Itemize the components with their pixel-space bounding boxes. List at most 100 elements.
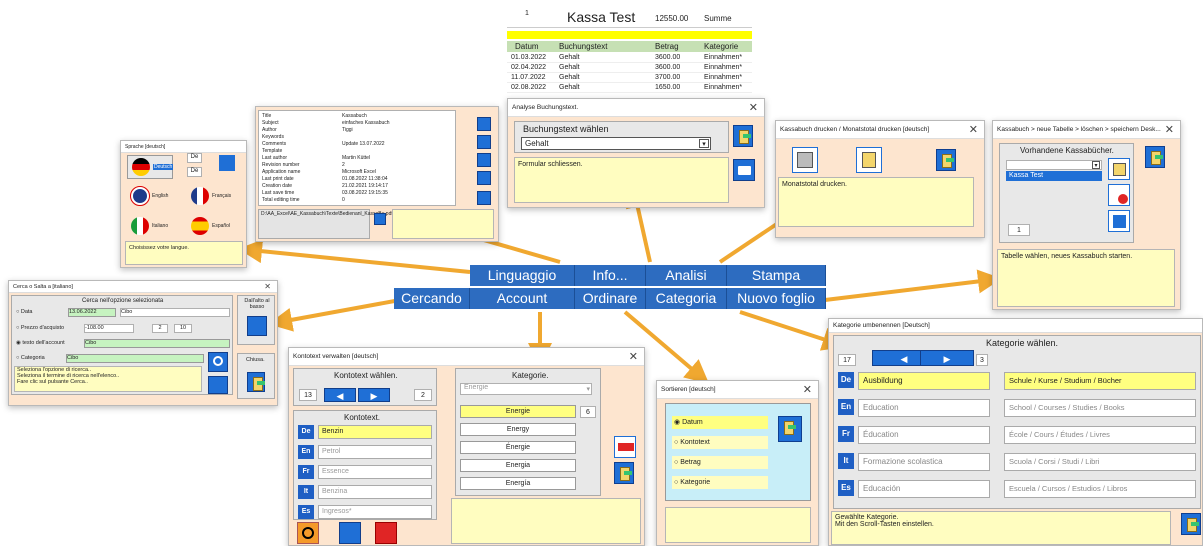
sort-option[interactable]: ○ Kategorie bbox=[672, 476, 768, 489]
lang-en-button[interactable]: English bbox=[127, 185, 173, 209]
menu-linguaggio[interactable]: Linguaggio bbox=[470, 265, 575, 286]
close-icon[interactable]: ✕ bbox=[1165, 121, 1174, 139]
menu-cercando[interactable]: Cercando bbox=[394, 288, 470, 309]
thumbs-up-button[interactable] bbox=[374, 213, 386, 225]
field-value: 13.06.2022 bbox=[69, 309, 97, 315]
buchungstext-select[interactable]: Gehalt ▾ bbox=[521, 137, 711, 150]
exit-button[interactable] bbox=[733, 125, 753, 147]
kategorie-item[interactable]: Energia bbox=[460, 459, 576, 472]
exit-button[interactable] bbox=[1181, 513, 1201, 535]
close-icon[interactable]: ✕ bbox=[803, 381, 812, 399]
kategorie-item[interactable]: Energie bbox=[460, 405, 576, 418]
chevron-down-icon[interactable]: ▾ bbox=[586, 385, 590, 393]
exit-button[interactable] bbox=[936, 149, 956, 171]
kategorie-input[interactable]: Ausbildung bbox=[858, 372, 990, 390]
pdf-button[interactable] bbox=[477, 117, 491, 131]
print-kassabuch-button[interactable] bbox=[792, 147, 818, 173]
kategorie-item[interactable]: Énergie bbox=[460, 441, 576, 454]
radio-prezzo[interactable]: ○ Prezzo d'acquisto bbox=[16, 325, 64, 331]
sheet-total-label: Summe bbox=[704, 14, 732, 23]
print-button[interactable] bbox=[477, 135, 491, 149]
kategorie-input[interactable]: Formazione scolastica bbox=[858, 453, 990, 471]
lang-es-button[interactable]: Español bbox=[187, 215, 239, 239]
close-icon[interactable]: ✕ bbox=[264, 281, 271, 293]
radio-data[interactable]: ○ Data bbox=[16, 309, 32, 315]
kategorie-detail-input[interactable]: Escuela / Cursos / Estudios / Libros bbox=[1004, 480, 1196, 498]
lang-label: Français bbox=[212, 193, 232, 199]
kategorie-detail-input[interactable]: Scuola / Corsi / Studi / Libri bbox=[1004, 453, 1196, 471]
undo-button[interactable] bbox=[297, 522, 319, 544]
kontotext-input[interactable]: Ingresos* bbox=[318, 505, 432, 519]
print-monatstotal-button[interactable] bbox=[856, 147, 882, 173]
kontotext-input[interactable]: Benzin bbox=[318, 425, 432, 439]
prev-button[interactable]: ◀ bbox=[324, 388, 356, 402]
direction-button[interactable] bbox=[247, 316, 267, 336]
kategorie-detail-input[interactable]: School / Courses / Studies / Books bbox=[1004, 399, 1196, 417]
menu-analisi[interactable]: Analisi bbox=[646, 265, 727, 286]
kategorie-input[interactable]: Educación bbox=[858, 480, 990, 498]
globe-button[interactable] bbox=[477, 153, 491, 167]
exit-button[interactable] bbox=[1145, 146, 1165, 168]
edit-button[interactable] bbox=[339, 522, 361, 544]
kategorie-detail-input[interactable]: École / Cours / Études / Livres bbox=[1004, 426, 1196, 444]
docinfo-key: Last print date bbox=[262, 176, 294, 182]
transfer-button[interactable] bbox=[614, 436, 636, 458]
menu-nuovo-foglio[interactable]: Nuovo foglio bbox=[727, 288, 826, 309]
kontotext-input[interactable]: Benzina bbox=[318, 485, 432, 499]
flag-es-badge: Es bbox=[298, 505, 314, 519]
kategorie-input[interactable]: Éducation bbox=[858, 426, 990, 444]
kategorie-detail-input[interactable]: Schule / Kurse / Studium / Bücher bbox=[1004, 372, 1196, 390]
testo-value[interactable]: Cibo bbox=[84, 339, 230, 348]
close-icon[interactable]: ✕ bbox=[629, 348, 638, 366]
print-button[interactable] bbox=[733, 159, 755, 181]
search-button[interactable] bbox=[208, 352, 228, 372]
sheet-total: 12550.00 bbox=[655, 14, 689, 23]
exit-button[interactable] bbox=[247, 372, 265, 392]
document-button[interactable] bbox=[477, 171, 491, 185]
data-value[interactable]: 13.06.2022 bbox=[68, 308, 116, 317]
menu-categoria[interactable]: Categoria bbox=[646, 288, 727, 309]
kategorie-value: Education bbox=[863, 403, 899, 412]
kategorie-item[interactable]: Energy bbox=[460, 423, 576, 436]
col-buchungstext: Buchungstext bbox=[559, 42, 608, 51]
sort-option[interactable]: ○ Betrag bbox=[672, 456, 768, 469]
kategorie-select[interactable]: Energie ▾ bbox=[460, 383, 592, 395]
save-desktop-button[interactable] bbox=[1108, 210, 1130, 232]
exit-button[interactable] bbox=[778, 416, 802, 442]
menu-ordinare[interactable]: Ordinare bbox=[575, 288, 646, 309]
kategorie-item[interactable]: Energía bbox=[460, 477, 576, 490]
menu-stampa[interactable]: Stampa bbox=[727, 265, 826, 286]
sort-option[interactable]: ○ Kontotext bbox=[672, 436, 768, 449]
chevron-down-icon[interactable]: ▾ bbox=[699, 139, 709, 148]
kategorie-item-label: Energie bbox=[505, 408, 531, 415]
radio-testo[interactable]: ◉ testo dell'account bbox=[16, 340, 65, 346]
menu-info[interactable]: Info... bbox=[575, 265, 646, 286]
table-icon-button[interactable] bbox=[1108, 158, 1130, 180]
kassabuch-select[interactable]: ▾ bbox=[1006, 160, 1102, 170]
edit-delete-button[interactable] bbox=[375, 522, 397, 544]
kontotext-input[interactable]: Petrol bbox=[318, 445, 432, 459]
kategorie-input[interactable]: Education bbox=[858, 399, 990, 417]
radio-categoria[interactable]: ○ Categoria bbox=[16, 355, 45, 361]
data-category-select[interactable]: Cibo bbox=[120, 308, 230, 317]
next-button[interactable]: ▶ bbox=[920, 350, 974, 366]
chevron-down-icon[interactable]: ▾ bbox=[1092, 161, 1100, 169]
delete-table-button[interactable] bbox=[1108, 184, 1130, 206]
lang-de-button[interactable]: Deutsch bbox=[127, 155, 174, 179]
kassabuch-list-item[interactable]: Kassa Test bbox=[1006, 171, 1102, 181]
close-icon[interactable]: ✕ bbox=[749, 99, 758, 117]
kontotext-input[interactable]: Essence bbox=[318, 465, 432, 479]
next-button[interactable]: ▶ bbox=[358, 388, 390, 402]
swap-language-icon[interactable] bbox=[219, 155, 235, 171]
lang-it-button[interactable]: Italiano bbox=[127, 215, 173, 239]
sort-option[interactable]: ◉ Datum bbox=[672, 416, 768, 429]
lang-fr-button[interactable]: Français bbox=[187, 185, 239, 209]
field-value: 10 bbox=[179, 325, 187, 331]
categoria-value[interactable]: Cibo bbox=[66, 354, 204, 363]
jump-button[interactable] bbox=[208, 376, 228, 394]
menu-account[interactable]: Account bbox=[470, 288, 575, 309]
exit-button[interactable] bbox=[614, 462, 634, 484]
settings-button[interactable] bbox=[477, 191, 491, 205]
close-icon[interactable]: ✕ bbox=[969, 121, 978, 139]
prezzo-value[interactable]: -108.00 bbox=[84, 324, 134, 333]
